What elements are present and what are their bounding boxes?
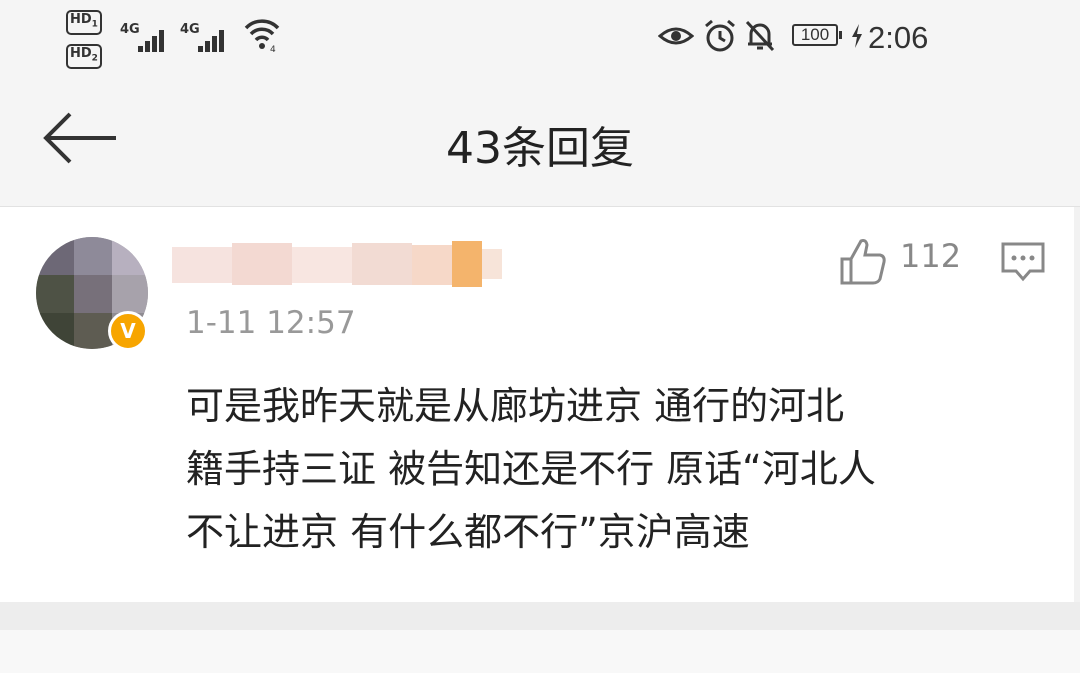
comment-timestamp: 1-11 12:57 <box>186 305 356 341</box>
sim1-hd-icon: HD1 <box>66 10 102 35</box>
like-count[interactable]: 112 <box>900 237 961 275</box>
sim2-hd-icon: HD2 <box>66 44 102 69</box>
signal-1-icon: 4G <box>120 22 168 54</box>
alarm-icon <box>705 19 735 52</box>
verified-badge-icon: V <box>108 311 148 351</box>
svg-text:4: 4 <box>270 45 276 52</box>
next-comment-placeholder <box>0 630 1080 673</box>
section-divider <box>0 602 1080 630</box>
comment-line: 籍手持三证 被告知还是不行 原话“河北人 <box>186 447 876 491</box>
username-blurred[interactable] <box>172 239 502 291</box>
wifi-icon: 4 <box>244 19 280 52</box>
thumbs-up-icon[interactable] <box>838 237 888 287</box>
charging-icon <box>852 24 862 48</box>
battery-indicator: 100 <box>792 24 842 46</box>
mute-bell-icon <box>745 20 775 52</box>
page-title: 43条回复 <box>446 123 634 174</box>
comment-card: V 1-11 12:57 112 可是我昨天就是从廊坊进京 通行的河北 籍手持三… <box>0 207 1080 602</box>
status-bar-right: 100 2:06 <box>658 18 1020 58</box>
comment-line: 不让进京 有什么都不行”京沪高速 <box>186 510 750 554</box>
eye-icon <box>658 27 694 45</box>
signal-2-icon: 4G <box>180 22 228 54</box>
comment-reply-icon[interactable] <box>1000 241 1046 283</box>
comment-content: 可是我昨天就是从廊坊进京 通行的河北 籍手持三证 被告知还是不行 原话“河北人 … <box>186 375 1056 564</box>
page-header: 43条回复 <box>0 78 1080 207</box>
status-time: 2:06 <box>868 20 929 55</box>
status-bar: HD1 HD2 4G 4G 4 100 2:06 <box>0 0 1080 78</box>
scrollbar[interactable] <box>1074 207 1080 602</box>
comment-line: 可是我昨天就是从廊坊进京 通行的河北 <box>186 384 845 428</box>
